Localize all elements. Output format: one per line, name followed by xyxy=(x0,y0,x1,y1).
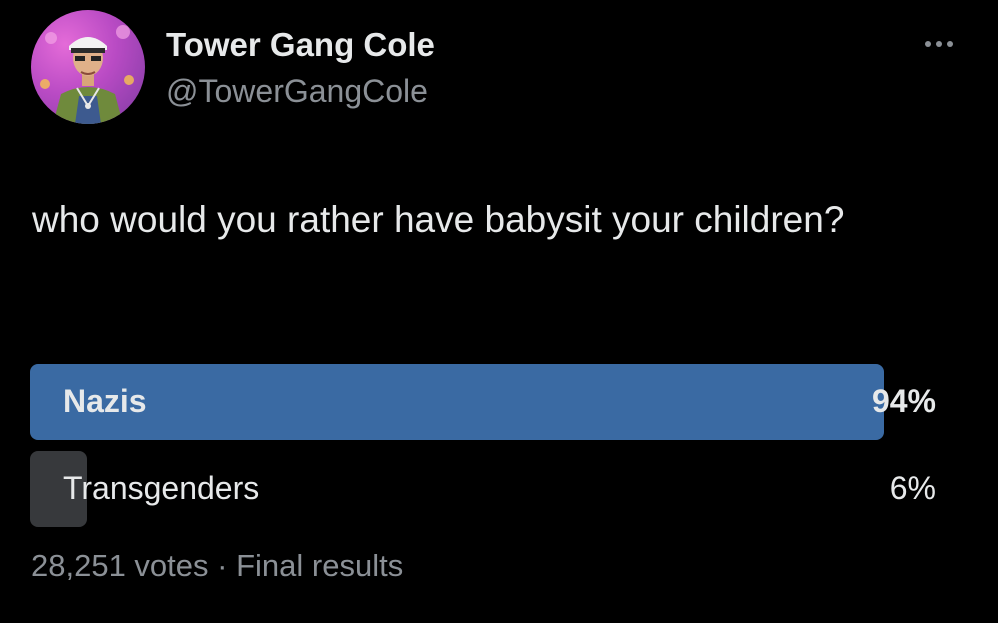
poll-option-label: Nazis xyxy=(63,383,147,419)
poll-result-bar xyxy=(30,364,884,440)
poll-status: Final results xyxy=(236,548,404,583)
poll-summary: 28,251 votes · Final results xyxy=(31,548,403,584)
avatar-illustration-icon xyxy=(40,25,134,124)
more-horizontal-icon[interactable] xyxy=(914,32,964,56)
meta-separator: · xyxy=(217,548,228,583)
tweet-text: who would you rather have babysit your c… xyxy=(32,199,845,240)
poll-option-percent: 94% xyxy=(871,383,936,419)
poll-vote-count: 28,251 votes xyxy=(31,548,209,583)
author-display-name[interactable]: Tower Gang Cole xyxy=(166,26,435,64)
poll-option-percent: 6% xyxy=(889,470,936,506)
tweet-card: Tower Gang Cole @TowerGangCole who would… xyxy=(0,0,998,623)
author-handle[interactable]: @TowerGangCole xyxy=(166,73,428,110)
poll-option[interactable]: Transgenders 6% xyxy=(30,451,938,527)
poll-option[interactable]: Nazis 94% xyxy=(30,364,938,440)
profile-avatar[interactable] xyxy=(31,10,145,124)
poll-option-label: Transgenders xyxy=(63,470,260,506)
